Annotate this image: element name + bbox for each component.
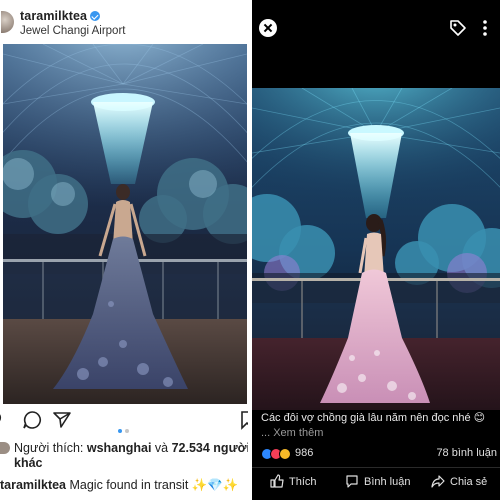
verified-badge-icon [90,11,101,21]
like-icon[interactable] [0,410,6,435]
caption-text: Các đôi vợ chồng già lâu năm nên đọc nhé… [261,412,486,424]
caption-emojis: ✨💎✨ [191,478,239,492]
comment-icon[interactable] [22,410,42,435]
share-button[interactable]: Chia sẻ [431,473,487,491]
share-arrow-icon [431,474,450,491]
post-caption: taramilktea Magic found in transit ✨💎✨ [0,478,238,493]
username-link[interactable]: taramilktea [20,9,87,23]
post-header: taramilktea Jewel Changi Airport [0,0,248,42]
liker-avatar [0,442,10,454]
thumb-up-icon [270,473,289,491]
bookmark-icon[interactable] [240,410,248,435]
photo-jewel-rain-vortex-woman-gown [3,44,247,404]
likes-count-link[interactable]: 72.534 [172,441,210,455]
likes-conjunction: và [151,441,172,455]
reaction-stats: 986 78 bình luận [261,447,497,463]
location-link[interactable]: Jewel Changi Airport [20,25,125,37]
see-more-link[interactable]: ... Xem thêm [261,426,497,441]
likes-suffix: người [209,441,248,455]
post-photo[interactable] [3,44,247,404]
like-button[interactable]: Thích [270,473,317,491]
username-row: taramilktea [20,9,101,23]
divider [252,467,500,468]
instagram-post: taramilktea Jewel Changi Airport Người t… [0,0,248,500]
avatar[interactable] [1,11,14,33]
comment-button[interactable]: Bình luận [345,473,410,491]
facebook-photo-viewer: Các đôi vợ chồng già lâu năm nên đọc nhé… [252,0,500,500]
more-icon[interactable] [476,19,494,42]
reaction-count[interactable]: 986 [295,447,313,459]
likes-line: Người thích: wshanghai và 72.534 người [14,440,248,456]
liker-username-link[interactable]: wshanghai [87,441,152,455]
viewer-action-bar: Thích Bình luận Chia sẻ [252,473,500,493]
carousel-dot-active [118,429,122,433]
close-icon[interactable] [259,19,277,37]
share-icon[interactable] [52,410,72,435]
likes-prefix: Người thích: [14,441,87,455]
tag-icon[interactable] [449,19,467,42]
post-actions-bar [0,410,248,434]
carousel-indicator [118,420,132,438]
like-label: Thích [289,476,317,488]
caption-username-link[interactable]: taramilktea [0,478,66,492]
likes-suffix-line: khác [14,456,43,470]
comment-count-link[interactable]: 78 bình luận [436,447,497,459]
wow-reaction-icon[interactable] [279,448,291,460]
comment-label: Bình luận [364,476,411,488]
comment-bubble-icon [345,474,364,491]
share-label: Chia sẻ [450,476,488,488]
carousel-dot [125,429,129,433]
viewer-caption: Các đôi vợ chồng già lâu năm nên đọc nhé… [261,411,497,441]
photo-jewel-vortex-woman-pink-gown [252,88,500,410]
caption-text: Magic found in transit [66,478,192,492]
viewer-photo[interactable] [252,88,500,410]
